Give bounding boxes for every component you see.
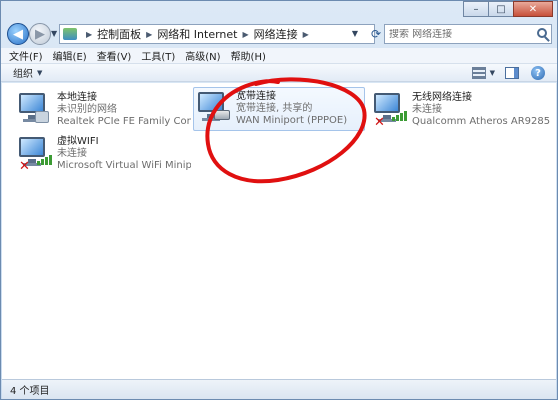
address-dropdown-icon[interactable]: ▼ [352,29,358,38]
explorer-window: – □ ✕ ◀ ▶ ▼ ▶ 控制面板 ▶ 网络和 Internet ▶ 网络连接… [0,0,558,400]
connection-device: WAN Miniport (PPPOE) [236,115,348,126]
refresh-icon[interactable]: ⟳ [369,24,383,44]
connection-name: 本地连接 [57,92,97,103]
connection-status: 未连接 [412,104,442,115]
item-count: 4 个项目 [10,386,50,397]
connection-name: 无线网络连接 [412,92,472,103]
chevron-right-icon[interactable]: ▶ [243,30,249,39]
address-bar[interactable]: ▶ 控制面板 ▶ 网络和 Internet ▶ 网络连接 ▶ ▼ [59,24,375,44]
breadcrumb-network-internet[interactable]: 网络和 Internet [157,26,237,42]
preview-pane-icon[interactable] [505,67,519,79]
menu-bar: 文件(F) 编辑(E) 查看(V) 工具(T) 高级(N) 帮助(H) [1,48,557,64]
connection-name: 虚拟WIFI [57,136,99,147]
search-icon[interactable] [537,28,547,38]
organize-button[interactable]: 组织 [13,65,33,80]
menu-view[interactable]: 查看(V) [97,48,132,63]
chevron-right-icon[interactable]: ▶ [303,30,309,39]
connection-status: 未连接 [57,148,87,159]
menu-file[interactable]: 文件(F) [9,48,43,63]
connection-device: Microsoft Virtual WiFi Minipor... [57,160,191,171]
search-box [384,24,552,44]
connection-status: 宽带连接, 共享的 [236,103,313,114]
connection-device: Realtek PCIe FE Family Control... [57,116,191,127]
close-button[interactable]: ✕ [513,1,553,17]
connection-device: Qualcomm Atheros AR9285 80... [412,116,552,127]
menu-edit[interactable]: 编辑(E) [53,48,87,63]
menu-tools[interactable]: 工具(T) [141,48,175,63]
connection-item-wireless[interactable]: ✕ 无线网络连接 未连接 Qualcomm Atheros AR9285 80.… [370,89,552,133]
chevron-down-icon[interactable]: ▼ [37,69,42,77]
address-row: ◀ ▶ ▼ ▶ 控制面板 ▶ 网络和 Internet ▶ 网络连接 ▶ ▼ ⟳ [1,21,557,47]
chevron-down-icon[interactable]: ▼ [490,69,495,77]
breadcrumb-control-panel[interactable]: 控制面板 [97,26,141,42]
wireless-disconnected-icon: ✕ [370,89,410,130]
connection-name: 宽带连接 [236,91,276,102]
chevron-right-icon[interactable]: ▶ [86,30,92,39]
change-view-icon[interactable] [471,67,486,79]
search-input[interactable] [389,28,529,40]
forward-button[interactable]: ▶ [29,23,51,45]
status-bar: 4 个项目 [2,379,556,399]
command-bar: 组织 ▼ ▼ ? [1,64,557,82]
chevron-right-icon[interactable]: ▶ [146,30,152,39]
help-icon[interactable]: ? [531,66,545,80]
caption-buttons: – □ ✕ [463,1,553,17]
connection-item-broadband[interactable]: 宽带连接 宽带连接, 共享的 WAN Miniport (PPPOE) [193,87,365,131]
menu-advanced[interactable]: 高级(N) [185,48,220,63]
minimize-button[interactable]: – [463,1,489,17]
connections-list: 本地连接 未识别的网络 Realtek PCIe FE Family Contr… [2,83,556,379]
wireless-disconnected-icon: ✕ [15,133,55,174]
broadband-icon [194,88,234,128]
connection-status: 未识别的网络 [57,104,117,115]
connection-item-virtual-wifi[interactable]: ✕ 虚拟WIFI 未连接 Microsoft Virtual WiFi Mini… [15,133,191,177]
control-panel-icon [63,28,77,40]
breadcrumb-network-connections[interactable]: 网络连接 [254,26,298,42]
menu-help[interactable]: 帮助(H) [231,48,266,63]
maximize-button[interactable]: □ [488,1,514,17]
back-button[interactable]: ◀ [7,23,29,45]
recent-pages-dropdown-icon[interactable]: ▼ [51,29,57,38]
connection-item-local[interactable]: 本地连接 未识别的网络 Realtek PCIe FE Family Contr… [15,89,191,133]
lan-connected-icon [15,89,55,129]
